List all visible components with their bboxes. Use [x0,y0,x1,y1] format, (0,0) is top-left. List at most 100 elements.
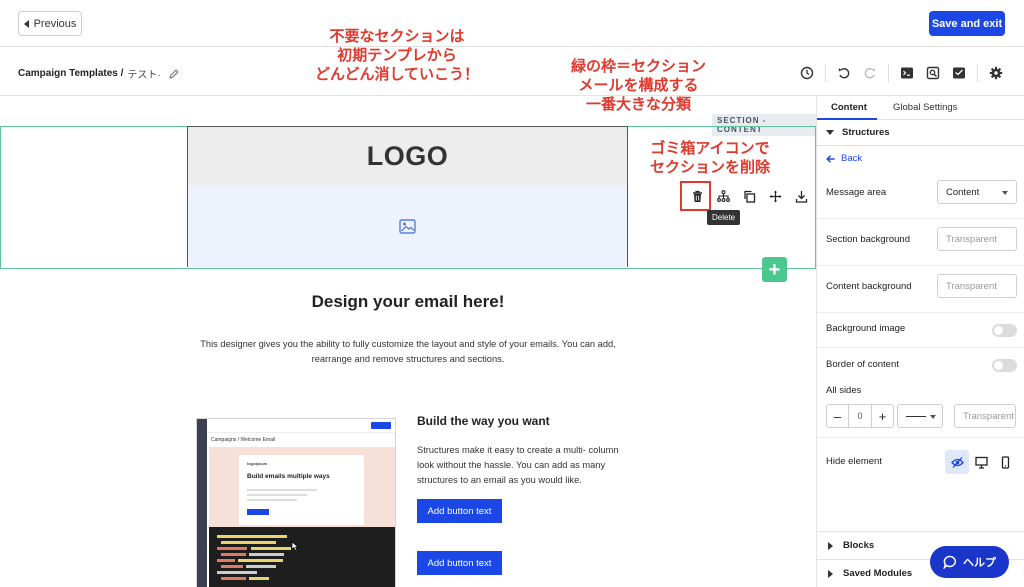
section-background-input[interactable]: Transparent [937,227,1017,251]
undo-icon[interactable] [836,65,852,81]
solid-line-icon [906,416,926,417]
back-link[interactable]: Back [826,153,862,164]
code-line [249,553,284,556]
thumb-card: logoipsum Build emails multiple ways [239,455,364,525]
tab-content[interactable]: Content [831,102,867,113]
hide-element-label: Hide element [826,456,882,467]
background-image-label: Background image [826,323,906,334]
border-color-input[interactable]: Transparent [954,404,1016,428]
code-line [221,565,243,568]
desktop-icon[interactable] [969,450,993,474]
code-line [221,577,246,580]
thumb-logo: logoipsum [247,461,268,466]
code-line [221,541,276,544]
structure-icon[interactable] [710,185,736,207]
structures-header[interactable]: Structures [817,120,1024,146]
border-width-stepper[interactable]: – 0 + [826,404,894,428]
annotation-line: 初期テンプレから [337,46,457,64]
border-style-select[interactable] [897,404,943,428]
template-name[interactable]: テスト· [127,66,160,81]
annotation-remove-sections: 不要なセクションは 初期テンプレから どんどん消していこう！ [302,27,492,84]
email-intro[interactable]: This designer gives you the ability to f… [190,337,626,367]
code-line [246,565,276,568]
background-image-row: Background image [817,313,1024,348]
message-area-row: Message area Content [817,171,1024,219]
chevron-right-icon [828,541,833,550]
toolbar-divider [825,64,826,82]
feature-text[interactable]: Structures make it easy to create a mult… [417,443,637,488]
logo-text: LOGO [366,140,449,171]
background-image-toggle[interactable] [992,324,1017,337]
editor-toolbar [789,64,1004,82]
saved-modules-label: Saved Modules [843,568,913,579]
tab-global-settings[interactable]: Global Settings [893,102,957,113]
border-width-value[interactable]: 0 [849,405,871,427]
logo-block[interactable]: LOGO [188,127,627,185]
minus-button[interactable]: – [827,405,849,427]
email-button-2[interactable]: Add button text [417,551,502,575]
plus-button[interactable]: + [871,405,893,427]
history-icon[interactable] [799,65,815,81]
annotation-line: 緑の枠＝セクション [570,57,706,75]
image-placeholder[interactable] [188,185,627,267]
border-color-placeholder: Transparent [963,410,1014,422]
email-button-1[interactable]: Add button text [417,499,502,523]
annotation-line: 一番大きな分類 [585,95,691,113]
code-line [249,577,269,580]
copy-icon[interactable] [736,185,762,207]
preview-icon[interactable] [925,65,941,81]
chevron-down-icon [826,130,834,135]
add-section-button[interactable]: + [762,257,787,282]
toolbar-divider [977,64,978,82]
thumb-button [247,509,269,515]
thumb-save [371,422,391,429]
save-and-exit-button[interactable]: Save and exit [929,11,1005,36]
pencil-icon[interactable] [169,68,179,79]
test-email-icon[interactable] [951,65,967,81]
top-bar: Previous Save and exit [0,0,1024,47]
message-area-label: Message area [826,187,887,198]
thumb-heading: Build emails multiple ways [247,473,330,480]
annotation-line: セクションを削除 [649,158,770,176]
arrow-left-icon [826,154,835,163]
section-background-placeholder: Transparent [946,233,997,245]
all-sides-label: All sides [826,385,862,396]
message-area-value: Content [946,186,980,198]
email-heading[interactable]: Design your email here! [0,292,816,312]
annotation-line: メールを構成する [578,76,699,94]
delete-tooltip: Delete [707,210,741,225]
cursor-icon [291,541,299,551]
help-button[interactable]: ヘルプ [930,546,1009,578]
thumb-line [247,499,297,501]
structures-label: Structures [842,127,890,138]
chevron-right-icon [828,569,833,578]
code-icon[interactable] [899,65,915,81]
breadcrumb-root[interactable]: Campaign Templates / [18,68,123,79]
border-toggle[interactable] [992,359,1017,372]
previous-label: Previous [33,17,77,30]
toolbar-divider [888,64,889,82]
delete-highlight [680,181,711,211]
move-icon[interactable] [762,185,788,207]
annotation-line: 不要なセクションは [329,27,465,45]
settings-icon[interactable] [988,65,1004,81]
thumb-sidebar [197,419,207,587]
hide-none-icon[interactable] [945,450,969,474]
thumb-line [247,494,307,496]
feature-title[interactable]: Build the way you want [417,414,550,428]
content-background-input[interactable]: Transparent [937,274,1017,298]
redo-icon[interactable] [862,65,878,81]
message-area-select[interactable]: Content [937,180,1017,204]
save-icon[interactable] [788,185,814,207]
thumb-topbar [207,419,395,433]
caret-left-icon [23,19,29,28]
panel-tabs: Content Global Settings [817,96,1024,120]
dropdown-caret-icon [930,415,936,419]
section-background-label: Section background [826,234,910,245]
designer-preview-image[interactable]: Campaigns / Welcome Email logoipsum Buil… [196,418,396,587]
previous-button[interactable]: Previous [18,11,82,36]
thumb-crumb: Campaigns / Welcome Email [211,437,276,443]
content-area[interactable]: LOGO [187,126,628,267]
content-background-row: Content background Transparent [817,266,1024,313]
mobile-icon[interactable] [993,450,1017,474]
